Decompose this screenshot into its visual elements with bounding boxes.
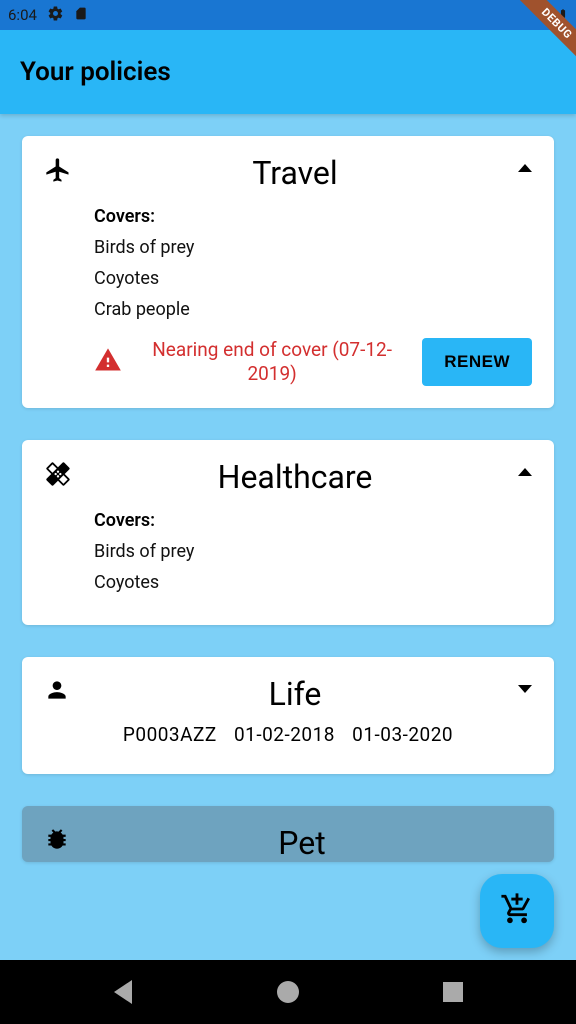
warning-icon — [94, 346, 122, 378]
expand-arrow-icon[interactable] — [518, 685, 532, 693]
page-title: Your policies — [20, 57, 171, 87]
collapse-arrow-icon[interactable] — [518, 468, 532, 476]
cover-item: Birds of prey — [94, 541, 532, 562]
bug-icon — [44, 826, 72, 854]
nav-back-button[interactable] — [110, 979, 136, 1005]
covers-label: Covers: — [94, 206, 532, 227]
add-to-cart-fab[interactable] — [480, 874, 554, 948]
renew-button[interactable]: RENEW — [422, 338, 532, 386]
policy-number: P0003AZZ — [123, 723, 217, 746]
settings-icon — [47, 5, 64, 26]
collapse-arrow-icon[interactable] — [518, 164, 532, 172]
add-shopping-cart-icon — [500, 892, 534, 930]
covers-label: Covers: — [94, 510, 532, 531]
app-bar: Your policies — [0, 30, 576, 114]
policy-meta: P0003AZZ 01-02-2018 01-03-2020 — [44, 723, 532, 746]
cover-item: Coyotes — [94, 268, 532, 289]
system-nav-bar — [0, 960, 576, 1024]
status-bar: 6:04 — [0, 0, 576, 30]
policy-card-pet[interactable]: Pet — [22, 806, 554, 862]
cover-item: Crab people — [94, 299, 532, 320]
nav-recent-button[interactable] — [440, 979, 466, 1005]
policy-title: Travel — [72, 154, 518, 192]
policy-title: Pet — [72, 824, 532, 862]
status-time: 6:04 — [8, 6, 37, 24]
person-icon — [44, 677, 72, 705]
policy-card-healthcare[interactable]: Healthcare Covers: Birds of prey Coyotes — [22, 440, 554, 625]
policy-title: Healthcare — [72, 458, 518, 496]
cover-item: Coyotes — [94, 572, 532, 593]
policies-list: Travel Covers: Birds of prey Coyotes Cra… — [0, 114, 576, 960]
policy-start-date: 01-02-2018 — [234, 723, 335, 746]
policy-card-life[interactable]: Life P0003AZZ 01-02-2018 01-03-2020 — [22, 657, 554, 774]
sd-card-icon — [74, 5, 88, 26]
nav-home-button[interactable] — [275, 979, 301, 1005]
policy-end-date: 01-03-2020 — [352, 723, 453, 746]
warning-text: Nearing end of cover (07-12-2019) — [136, 338, 408, 386]
policy-title: Life — [72, 675, 518, 713]
policy-card-travel[interactable]: Travel Covers: Birds of prey Coyotes Cra… — [22, 136, 554, 408]
healing-icon — [44, 460, 72, 488]
cover-item: Birds of prey — [94, 237, 532, 258]
airplane-icon — [44, 156, 72, 184]
